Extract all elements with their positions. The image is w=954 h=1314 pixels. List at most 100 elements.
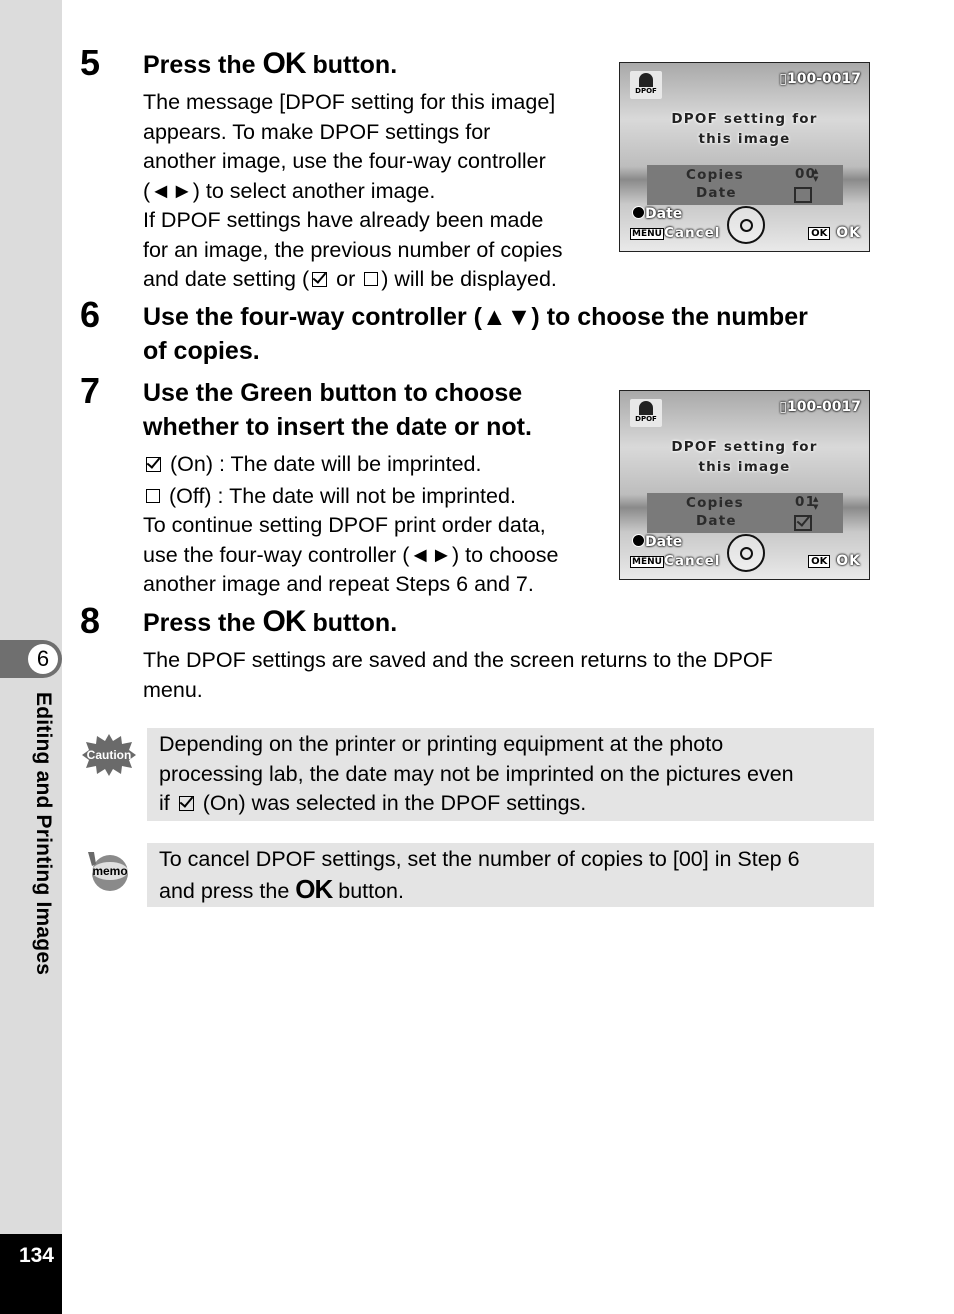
four-way-controller-icon (727, 534, 765, 572)
date-label: Date (696, 185, 737, 201)
page-number-block: 134 (0, 1234, 62, 1314)
body-line: (◄►) to select another image. (143, 178, 436, 203)
file-number-text: 100-0017 (787, 399, 861, 415)
caution-icon-label: Caution (87, 748, 132, 762)
file-number: ▯100-0017 (779, 399, 861, 415)
file-number-text: 100-0017 (787, 71, 861, 87)
body-line: another image, use the four-way controll… (143, 149, 546, 173)
ok-button-glyph: OK (295, 873, 333, 904)
off-option: (Off) : The date will not be imprinted. (143, 482, 558, 512)
copies-label: Copies (686, 495, 744, 511)
green-button-hint: Date (632, 534, 682, 550)
ok-key-icon: OK (808, 555, 831, 568)
step-7-heading: Use the Green button to choose whether t… (143, 376, 532, 444)
memo-icon: memo (88, 852, 128, 891)
body-line: If DPOF settings have already been made (143, 208, 544, 232)
heading-text: button. (305, 609, 398, 637)
menu-cancel-hint: MENU Cancel (630, 225, 720, 241)
heading-line: Use the Green button to choose (143, 379, 523, 407)
checkbox-off-icon (364, 272, 379, 286)
body-text: and date setting ( (143, 267, 310, 291)
ok-hint: OK OK (808, 553, 861, 569)
copies-label: Copies (686, 167, 744, 183)
ok-button-glyph: OK (262, 47, 307, 80)
page-number: 134 (18, 1244, 54, 1267)
date-checkbox[interactable] (794, 515, 812, 531)
step-7-number: 7 (80, 370, 101, 411)
green-button-icon (632, 206, 645, 219)
up-down-arrows-icon: ▲ ▼ (813, 167, 820, 183)
screen-message: DPOF setting for this image (620, 109, 869, 149)
body-line: use the four-way controller (◄►) to choo… (143, 542, 559, 567)
green-button-icon (632, 534, 645, 547)
memo-note: To cancel DPOF settings, set the number … (147, 843, 874, 907)
date-label: Date (696, 513, 737, 529)
caution-note: Depending on the printer or printing equ… (147, 728, 874, 821)
checkbox-off-icon (146, 488, 160, 503)
heading-line: Use the four-way controller (▲▼) to choo… (143, 303, 808, 331)
step-8-heading: Press the OK button. (143, 605, 397, 640)
note-line: if (On) was selected in the DPOF setting… (159, 789, 862, 819)
up-down-arrows-icon: ▲ ▼ (813, 495, 820, 511)
message-line: this image (698, 459, 791, 475)
chapter-title: Editing and Printing Images (32, 692, 55, 976)
ok-label: OK (836, 553, 861, 569)
note-text: (On) was selected in the DPOF settings. (196, 791, 587, 815)
note-line: Depending on the printer or printing equ… (159, 732, 724, 756)
step-8-body: The DPOF settings are saved and the scre… (143, 646, 773, 705)
body-line: The message [DPOF setting for this image… (143, 90, 556, 114)
four-way-controller-icon (727, 206, 765, 244)
step-5-heading: Press the OK button. (143, 47, 397, 82)
dpof-label: DPOF (635, 415, 657, 423)
step-7-body: (On) : The date will be imprinted. (Off)… (143, 450, 558, 600)
green-label: Date (645, 206, 683, 222)
settings-panel: Copies 00 ▲ ▼ Date (647, 165, 843, 205)
menu-cancel-hint: MENU Cancel (630, 553, 720, 569)
dpof-label: DPOF (635, 87, 657, 95)
body-line: for an image, the previous number of cop… (143, 237, 563, 262)
cancel-label: Cancel (663, 553, 721, 569)
ok-button-glyph: OK (262, 605, 307, 638)
message-line: DPOF setting for (671, 111, 818, 127)
camera-screen-copies-00: DPOF ▯100-0017 DPOF setting for this imag… (619, 62, 870, 252)
step-8-number: 8 (80, 600, 101, 641)
heading-text: Press the (143, 609, 263, 637)
step-5-number: 5 (80, 42, 101, 83)
message-line: this image (698, 131, 791, 147)
body-line: and date setting ( or ) will be displaye… (143, 265, 562, 295)
body-text: ) will be displayed. (381, 267, 557, 291)
dpof-icon: DPOF (630, 399, 662, 427)
ok-key-icon: OK (808, 227, 831, 240)
screen-message: DPOF setting for this image (620, 437, 869, 477)
chapter-sidebar: 6 Editing and Printing Images 134 (0, 0, 62, 1314)
message-line: DPOF setting for (671, 439, 818, 455)
menu-key-icon: MENU (630, 556, 664, 568)
file-number: ▯100-0017 (779, 71, 861, 87)
ok-hint: OK OK (808, 225, 861, 241)
chapter-tab: 6 (0, 640, 62, 678)
date-checkbox[interactable] (794, 187, 812, 203)
note-line: To cancel DPOF settings, set the number … (159, 847, 800, 871)
note-text: and press the (159, 878, 296, 903)
note-line: and press the OK button. (159, 873, 862, 907)
memo-icon-label: memo (92, 864, 127, 878)
body-line: The DPOF settings are saved and the scre… (143, 648, 773, 672)
checkbox-on-icon (146, 457, 161, 472)
body-line: another image and repeat Steps 6 and 7. (143, 572, 534, 596)
heading-line: whether to insert the date or not. (143, 413, 532, 441)
dpof-icon: DPOF (630, 71, 662, 99)
settings-panel: Copies 01 ▲ ▼ Date (647, 493, 843, 533)
step-6-heading: Use the four-way controller (▲▼) to choo… (143, 300, 808, 368)
off-option-text: (Off) : The date will not be imprinted. (163, 483, 516, 508)
note-text: button. (332, 878, 404, 903)
green-label: Date (645, 534, 683, 550)
step-5-body: The message [DPOF setting for this image… (143, 88, 562, 295)
on-option: (On) : The date will be imprinted. (143, 450, 558, 480)
camera-screen-copies-01: DPOF ▯100-0017 DPOF setting for this imag… (619, 390, 870, 580)
note-text: if (159, 791, 176, 815)
menu-key-icon: MENU (630, 228, 664, 240)
step-6-number: 6 (80, 294, 101, 335)
ok-label: OK (836, 225, 861, 241)
heading-text: button. (305, 51, 398, 79)
cancel-label: Cancel (663, 225, 721, 241)
